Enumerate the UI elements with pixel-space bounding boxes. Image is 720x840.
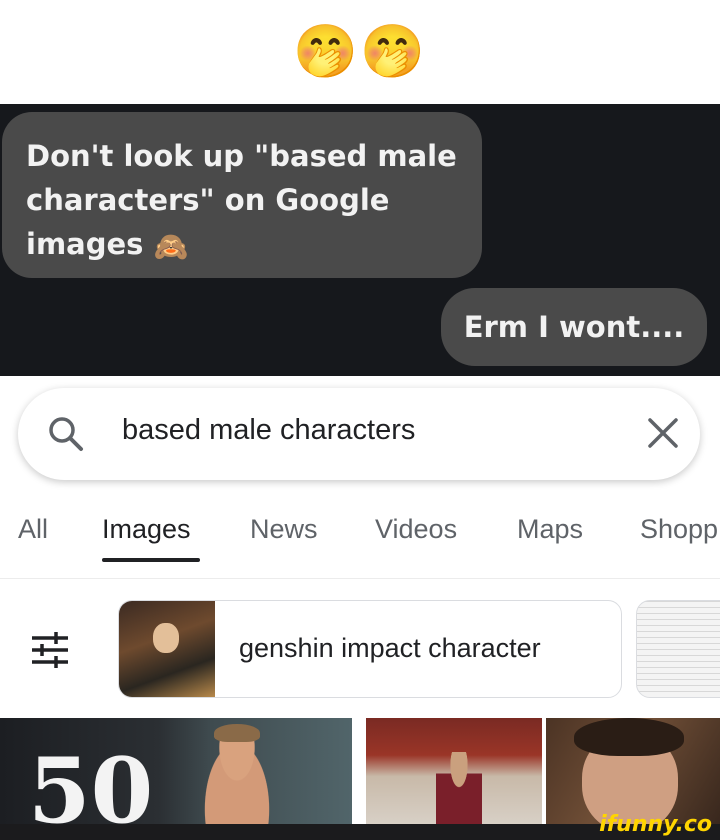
top-caption: 🤭🤭 bbox=[0, 0, 720, 104]
active-tab-indicator bbox=[102, 558, 200, 562]
close-icon[interactable] bbox=[642, 412, 684, 454]
received-message-text: Don't look up "based male characters" on… bbox=[26, 139, 457, 261]
watermark-bar: ifunny.co bbox=[0, 812, 720, 840]
tab-shopping[interactable]: Shopp bbox=[640, 514, 718, 545]
search-icon[interactable] bbox=[46, 414, 86, 454]
tab-videos[interactable]: Videos bbox=[375, 514, 457, 545]
image-result[interactable] bbox=[546, 718, 720, 824]
received-message-bubble: Don't look up "based male characters" on… bbox=[2, 112, 482, 278]
search-tabs: All Images News Videos Maps Shopp bbox=[0, 506, 720, 562]
next-suggestion-chip[interactable] bbox=[636, 600, 720, 698]
chat-screenshot: Don't look up "based male characters" on… bbox=[0, 104, 720, 376]
tab-news[interactable]: News bbox=[250, 514, 318, 545]
filter-sliders-icon[interactable] bbox=[30, 632, 70, 668]
see-no-evil-monkey-icon: 🙈 bbox=[153, 230, 189, 263]
sent-message-bubble: Erm I wont.... bbox=[441, 288, 707, 366]
divider bbox=[0, 578, 720, 579]
image-result[interactable] bbox=[366, 718, 542, 824]
tab-maps[interactable]: Maps bbox=[517, 514, 583, 545]
search-bar[interactable]: based male characters bbox=[18, 388, 700, 480]
suggestion-chip[interactable]: genshin impact character bbox=[118, 600, 622, 698]
image-result[interactable]: 50 bbox=[0, 718, 352, 824]
ifunny-watermark: ifunny.co bbox=[599, 812, 712, 837]
image-overlay-number: 50 bbox=[28, 738, 154, 824]
tab-all[interactable]: All bbox=[18, 514, 48, 545]
search-input[interactable]: based male characters bbox=[122, 414, 415, 447]
google-search-screenshot: based male characters All Images News Vi… bbox=[0, 376, 720, 824]
suggestion-thumbnail bbox=[119, 601, 215, 697]
tab-images[interactable]: Images bbox=[102, 514, 191, 545]
suggestion-label: genshin impact character bbox=[239, 633, 541, 663]
sent-message-text: Erm I wont.... bbox=[463, 310, 685, 344]
hand-over-mouth-emojis: 🤭🤭 bbox=[293, 22, 427, 82]
